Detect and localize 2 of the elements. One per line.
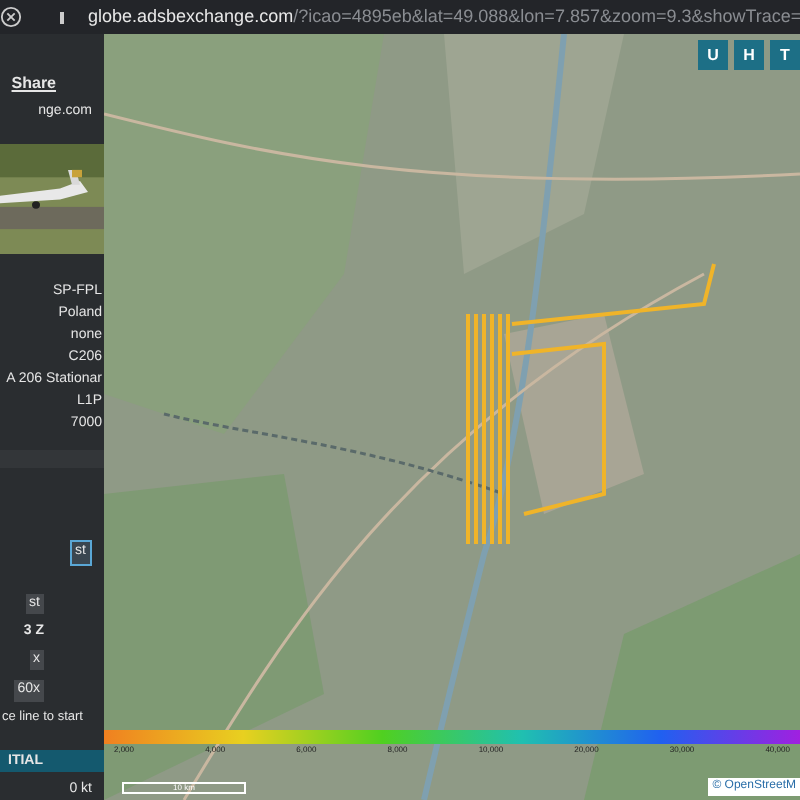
share-link[interactable]: Share: [11, 72, 56, 96]
close-icon[interactable]: [0, 6, 22, 28]
